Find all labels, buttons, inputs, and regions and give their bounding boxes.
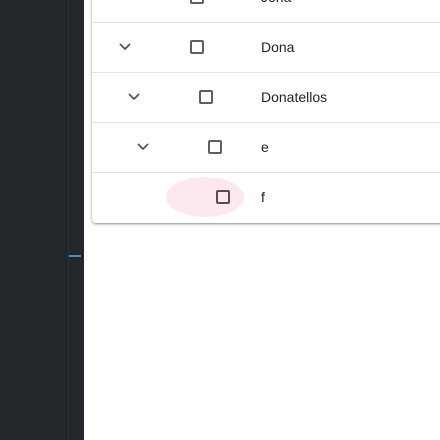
page: Jona Dona Donatellos (0, 0, 440, 440)
tree-row-label: e (261, 139, 269, 155)
tree-row-label: f (261, 189, 265, 205)
chevron-down-icon (137, 143, 149, 150)
checkbox-box[interactable] (199, 90, 213, 104)
tree-row-label: Dona (261, 39, 295, 55)
tree-row-f[interactable]: f (92, 173, 440, 222)
chevron-down-icon (128, 93, 140, 100)
checkbox-box[interactable] (190, 0, 204, 4)
checkbox-box[interactable] (190, 40, 204, 54)
expand-toggle[interactable] (122, 85, 146, 109)
expand-toggle[interactable] (131, 135, 155, 159)
tree-table: Jona Dona Donatellos (92, 0, 440, 223)
checkbox-box[interactable] (208, 140, 222, 154)
tree-row-checkbox[interactable] (186, 77, 226, 117)
checkbox-box[interactable] (216, 190, 230, 204)
sidebar-resize-marker[interactable] (69, 255, 81, 257)
tree-row-label: Donatellos (261, 89, 328, 105)
tree-row-label: Jona (261, 0, 291, 22)
tree-row-checkbox[interactable] (177, 27, 217, 67)
tree-row-checkbox-focused[interactable] (166, 177, 244, 217)
tree-row-e[interactable]: e (92, 123, 440, 173)
tree-row-checkbox[interactable] (177, 0, 217, 17)
tree-row-checkbox[interactable] (195, 127, 235, 167)
tree-row-donatellos[interactable]: Donatellos (92, 73, 440, 123)
expand-toggle[interactable] (113, 35, 137, 59)
tree-row-jona[interactable]: Jona (92, 0, 440, 23)
dark-sidebar (0, 0, 84, 440)
tree-row-dona[interactable]: Dona (92, 23, 440, 73)
chevron-down-icon (119, 43, 131, 50)
sidebar-divider (68, 0, 69, 440)
